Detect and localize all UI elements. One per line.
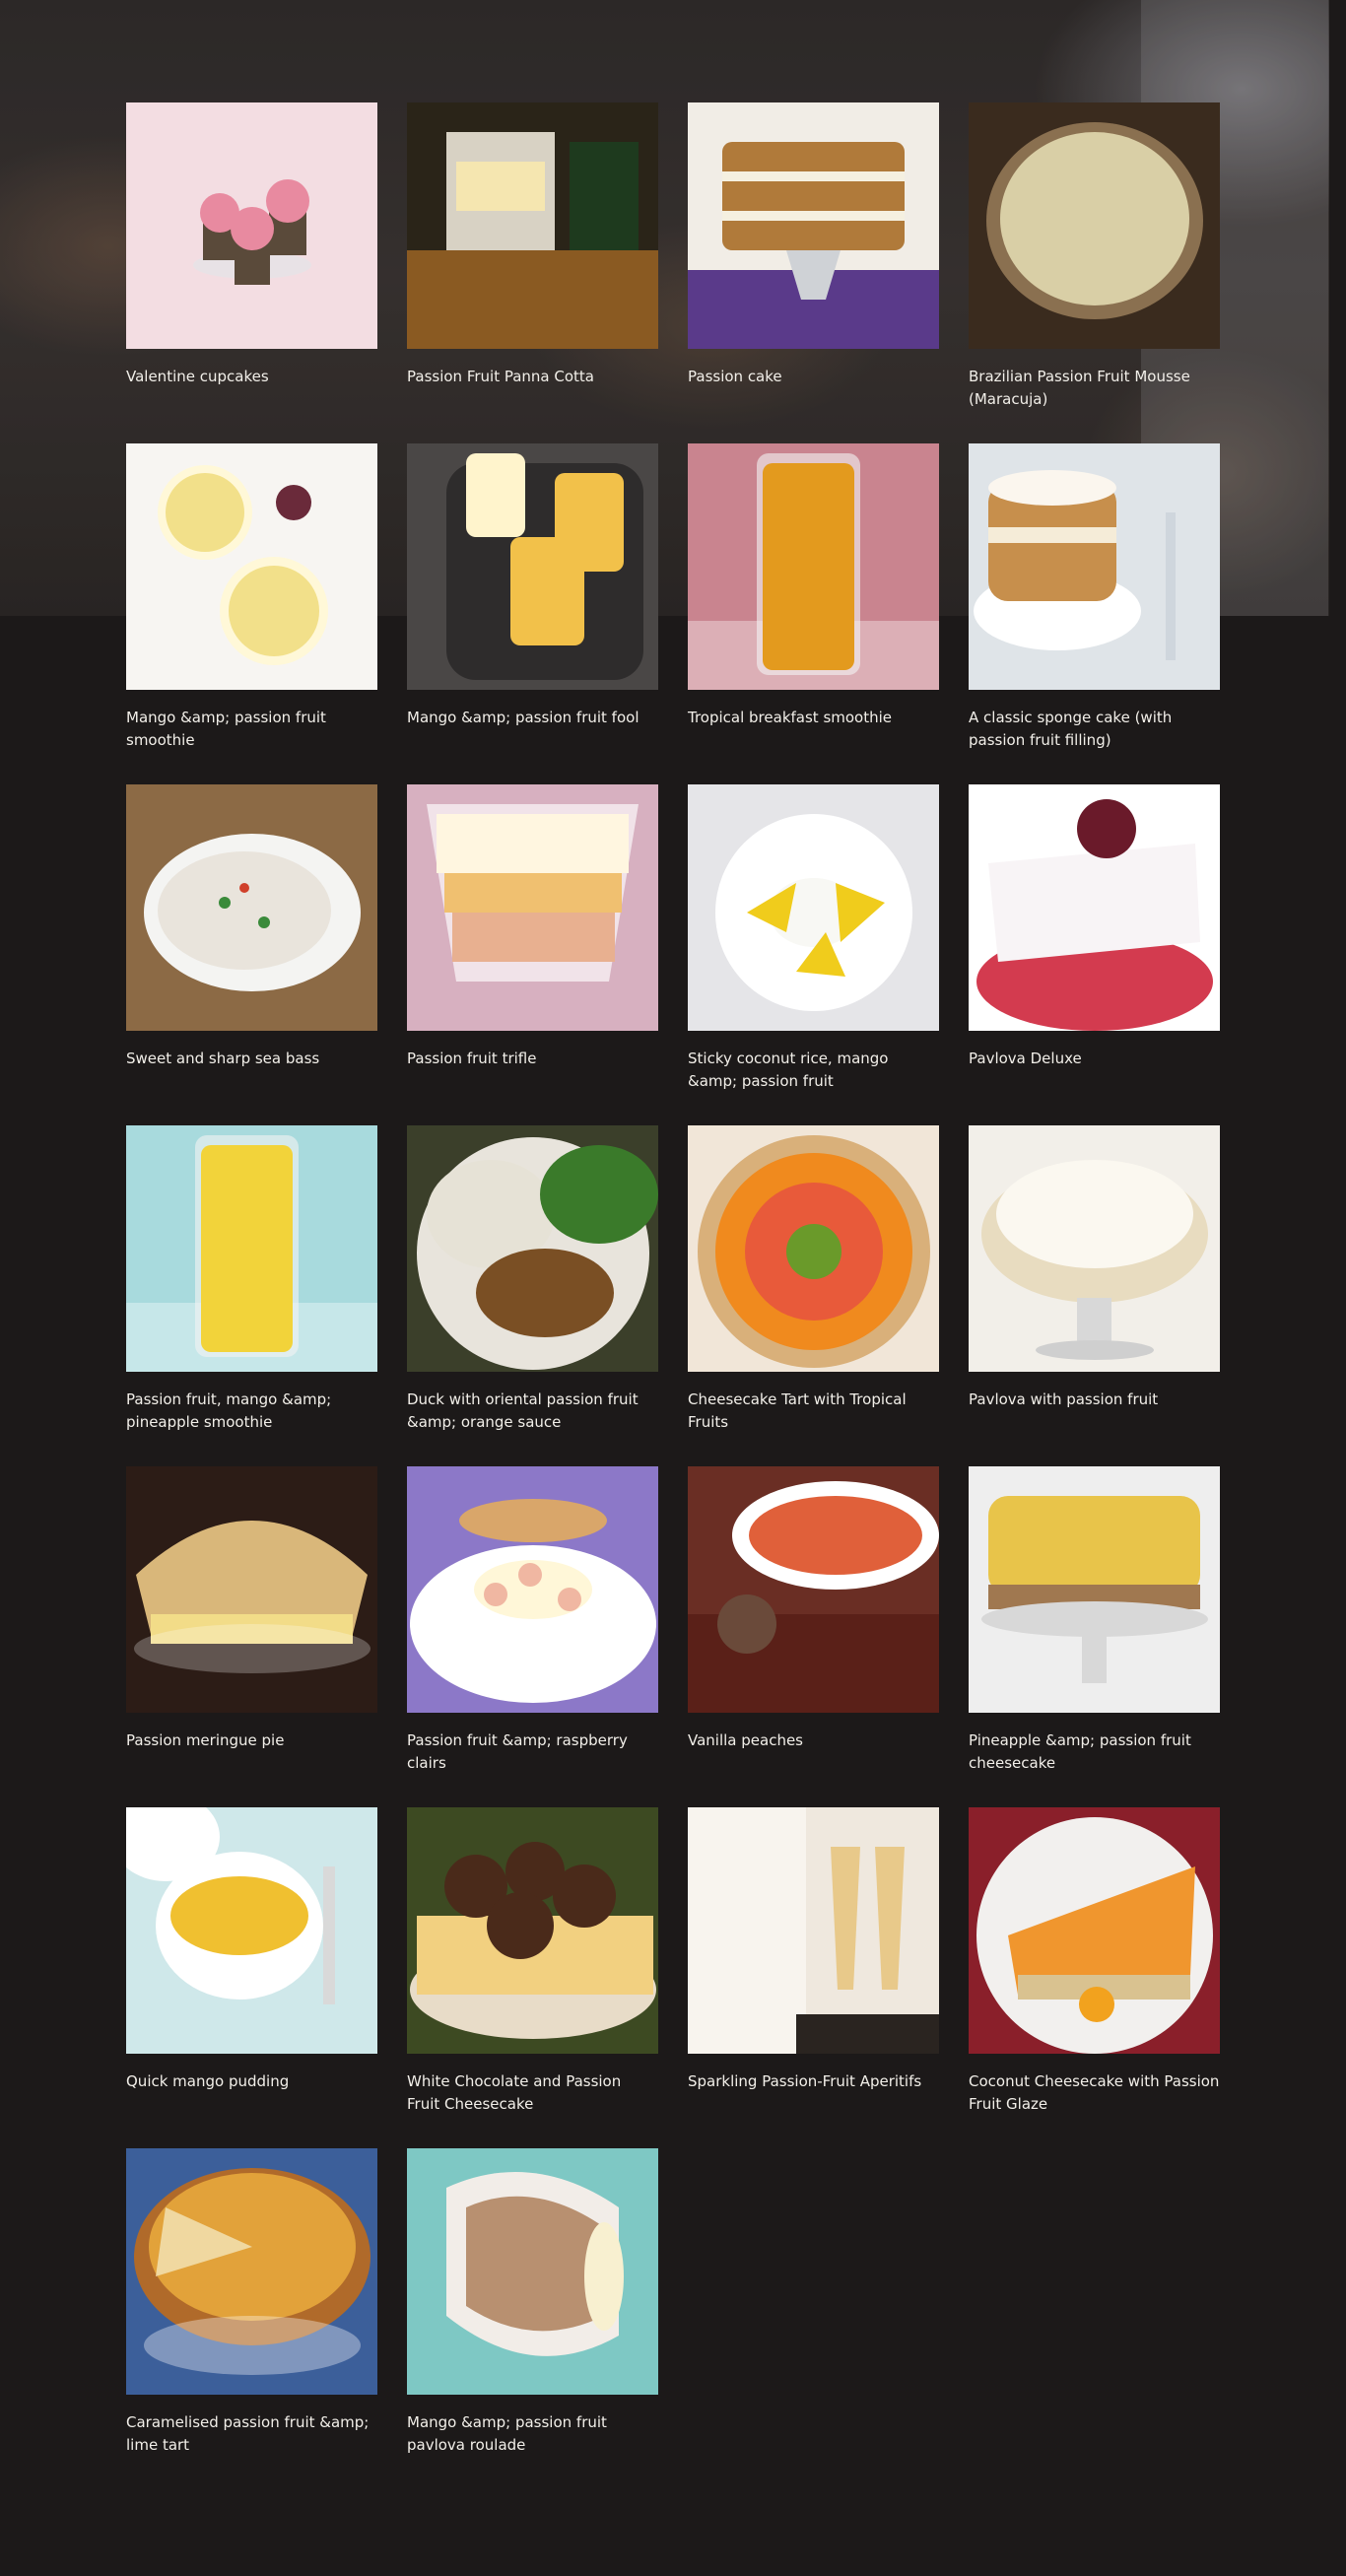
recipe-card[interactable]: Sparkling Passion-Fruit Aperitifs xyxy=(688,1807,939,2148)
recipe-title-link[interactable]: Pineapple &amp; passion fruit cheesecake xyxy=(969,1729,1220,1775)
recipe-title-link[interactable]: White Chocolate and Passion Fruit Cheese… xyxy=(407,2070,658,2116)
recipe-thumbnail[interactable] xyxy=(126,2148,377,2395)
recipe-card[interactable]: Tropical breakfast smoothie xyxy=(688,443,939,784)
recipe-title-link[interactable]: Passion fruit, mango &amp; pineapple smo… xyxy=(126,1389,377,1434)
recipe-title-link[interactable]: Passion fruit trifle xyxy=(407,1048,658,1070)
recipe-card[interactable]: Passion cake xyxy=(688,102,939,443)
recipe-thumbnail[interactable] xyxy=(688,784,939,1031)
recipe-title-link[interactable]: Caramelised passion fruit &amp; lime tar… xyxy=(126,2411,377,2457)
recipe-thumbnail[interactable] xyxy=(407,102,658,349)
recipe-title-link[interactable]: Quick mango pudding xyxy=(126,2070,377,2093)
recipe-title-link[interactable]: Mango &amp; passion fruit smoothie xyxy=(126,707,377,752)
recipe-card[interactable]: Passion fruit, mango &amp; pineapple smo… xyxy=(126,1125,377,1466)
recipe-grid: Valentine cupcakes Passion Fruit Panna C… xyxy=(126,102,1220,2489)
recipe-title-link[interactable]: Sticky coconut rice, mango &amp; passion… xyxy=(688,1048,939,1093)
recipe-thumbnail[interactable] xyxy=(126,784,377,1031)
recipe-thumbnail[interactable] xyxy=(407,1125,658,1372)
recipe-title-link[interactable]: Vanilla peaches xyxy=(688,1729,939,1752)
recipe-card[interactable]: Pavlova with passion fruit xyxy=(969,1125,1220,1466)
recipe-thumbnail[interactable] xyxy=(969,784,1220,1031)
recipe-thumbnail[interactable] xyxy=(688,443,939,690)
recipe-card[interactable]: Mango &amp; passion fruit fool xyxy=(407,443,658,784)
recipe-card[interactable]: Mango &amp; passion fruit pavlova roulad… xyxy=(407,2148,658,2489)
recipe-thumbnail[interactable] xyxy=(407,1466,658,1713)
recipe-thumbnail[interactable] xyxy=(969,443,1220,690)
recipe-title-link[interactable]: Brazilian Passion Fruit Mousse (Maracuja… xyxy=(969,366,1220,411)
recipe-thumbnail[interactable] xyxy=(688,1466,939,1713)
recipe-thumbnail[interactable] xyxy=(407,2148,658,2395)
recipe-thumbnail[interactable] xyxy=(688,1807,939,2054)
recipe-thumbnail[interactable] xyxy=(126,1466,377,1713)
recipe-title-link[interactable]: Coconut Cheesecake with Passion Fruit Gl… xyxy=(969,2070,1220,2116)
recipe-thumbnail[interactable] xyxy=(969,102,1220,349)
recipe-thumbnail[interactable] xyxy=(407,1807,658,2054)
recipe-title-link[interactable]: Passion meringue pie xyxy=(126,1729,377,1752)
recipe-card[interactable]: Caramelised passion fruit &amp; lime tar… xyxy=(126,2148,377,2489)
recipe-card[interactable]: Vanilla peaches xyxy=(688,1466,939,1807)
recipe-card[interactable]: Passion fruit &amp; raspberry clairs xyxy=(407,1466,658,1807)
recipe-card[interactable]: Brazilian Passion Fruit Mousse (Maracuja… xyxy=(969,102,1220,443)
recipe-thumbnail[interactable] xyxy=(126,1125,377,1372)
recipe-card[interactable]: Duck with oriental passion fruit &amp; o… xyxy=(407,1125,658,1466)
recipe-card[interactable]: Coconut Cheesecake with Passion Fruit Gl… xyxy=(969,1807,1220,2148)
recipe-title-link[interactable]: Passion fruit &amp; raspberry clairs xyxy=(407,1729,658,1775)
recipe-card[interactable]: Cheesecake Tart with Tropical Fruits xyxy=(688,1125,939,1466)
recipe-title-link[interactable]: A classic sponge cake (with passion frui… xyxy=(969,707,1220,752)
recipe-card[interactable]: Pineapple &amp; passion fruit cheesecake xyxy=(969,1466,1220,1807)
recipe-thumbnail[interactable] xyxy=(969,1807,1220,2054)
recipe-title-link[interactable]: Mango &amp; passion fruit fool xyxy=(407,707,658,729)
recipe-title-link[interactable]: Pavlova with passion fruit xyxy=(969,1389,1220,1411)
recipe-card[interactable]: Quick mango pudding xyxy=(126,1807,377,2148)
recipe-card[interactable]: White Chocolate and Passion Fruit Cheese… xyxy=(407,1807,658,2148)
recipe-title-link[interactable]: Mango &amp; passion fruit pavlova roulad… xyxy=(407,2411,658,2457)
recipe-card[interactable]: Pavlova Deluxe xyxy=(969,784,1220,1125)
recipe-card[interactable]: Valentine cupcakes xyxy=(126,102,377,443)
recipe-thumbnail[interactable] xyxy=(407,784,658,1031)
recipe-card[interactable]: Sweet and sharp sea bass xyxy=(126,784,377,1125)
recipe-title-link[interactable]: Cheesecake Tart with Tropical Fruits xyxy=(688,1389,939,1434)
recipe-title-link[interactable]: Sweet and sharp sea bass xyxy=(126,1048,377,1070)
recipe-card[interactable]: Mango &amp; passion fruit smoothie xyxy=(126,443,377,784)
recipe-title-link[interactable]: Duck with oriental passion fruit &amp; o… xyxy=(407,1389,658,1434)
recipe-title-link[interactable]: Sparkling Passion-Fruit Aperitifs xyxy=(688,2070,939,2093)
recipe-thumbnail[interactable] xyxy=(969,1466,1220,1713)
recipe-thumbnail[interactable] xyxy=(688,1125,939,1372)
recipe-thumbnail[interactable] xyxy=(688,102,939,349)
recipe-thumbnail[interactable] xyxy=(126,443,377,690)
recipe-card[interactable]: Passion fruit trifle xyxy=(407,784,658,1125)
recipe-title-link[interactable]: Tropical breakfast smoothie xyxy=(688,707,939,729)
recipe-thumbnail[interactable] xyxy=(969,1125,1220,1372)
recipe-title-link[interactable]: Pavlova Deluxe xyxy=(969,1048,1220,1070)
recipe-card[interactable]: Passion meringue pie xyxy=(126,1466,377,1807)
recipe-title-link[interactable]: Passion Fruit Panna Cotta xyxy=(407,366,658,388)
recipe-thumbnail[interactable] xyxy=(126,1807,377,2054)
recipe-title-link[interactable]: Passion cake xyxy=(688,366,939,388)
recipe-card[interactable]: A classic sponge cake (with passion frui… xyxy=(969,443,1220,784)
recipe-thumbnail[interactable] xyxy=(407,443,658,690)
recipe-thumbnail[interactable] xyxy=(126,102,377,349)
recipe-card[interactable]: Sticky coconut rice, mango &amp; passion… xyxy=(688,784,939,1125)
recipe-card[interactable]: Passion Fruit Panna Cotta xyxy=(407,102,658,443)
recipe-title-link[interactable]: Valentine cupcakes xyxy=(126,366,377,388)
